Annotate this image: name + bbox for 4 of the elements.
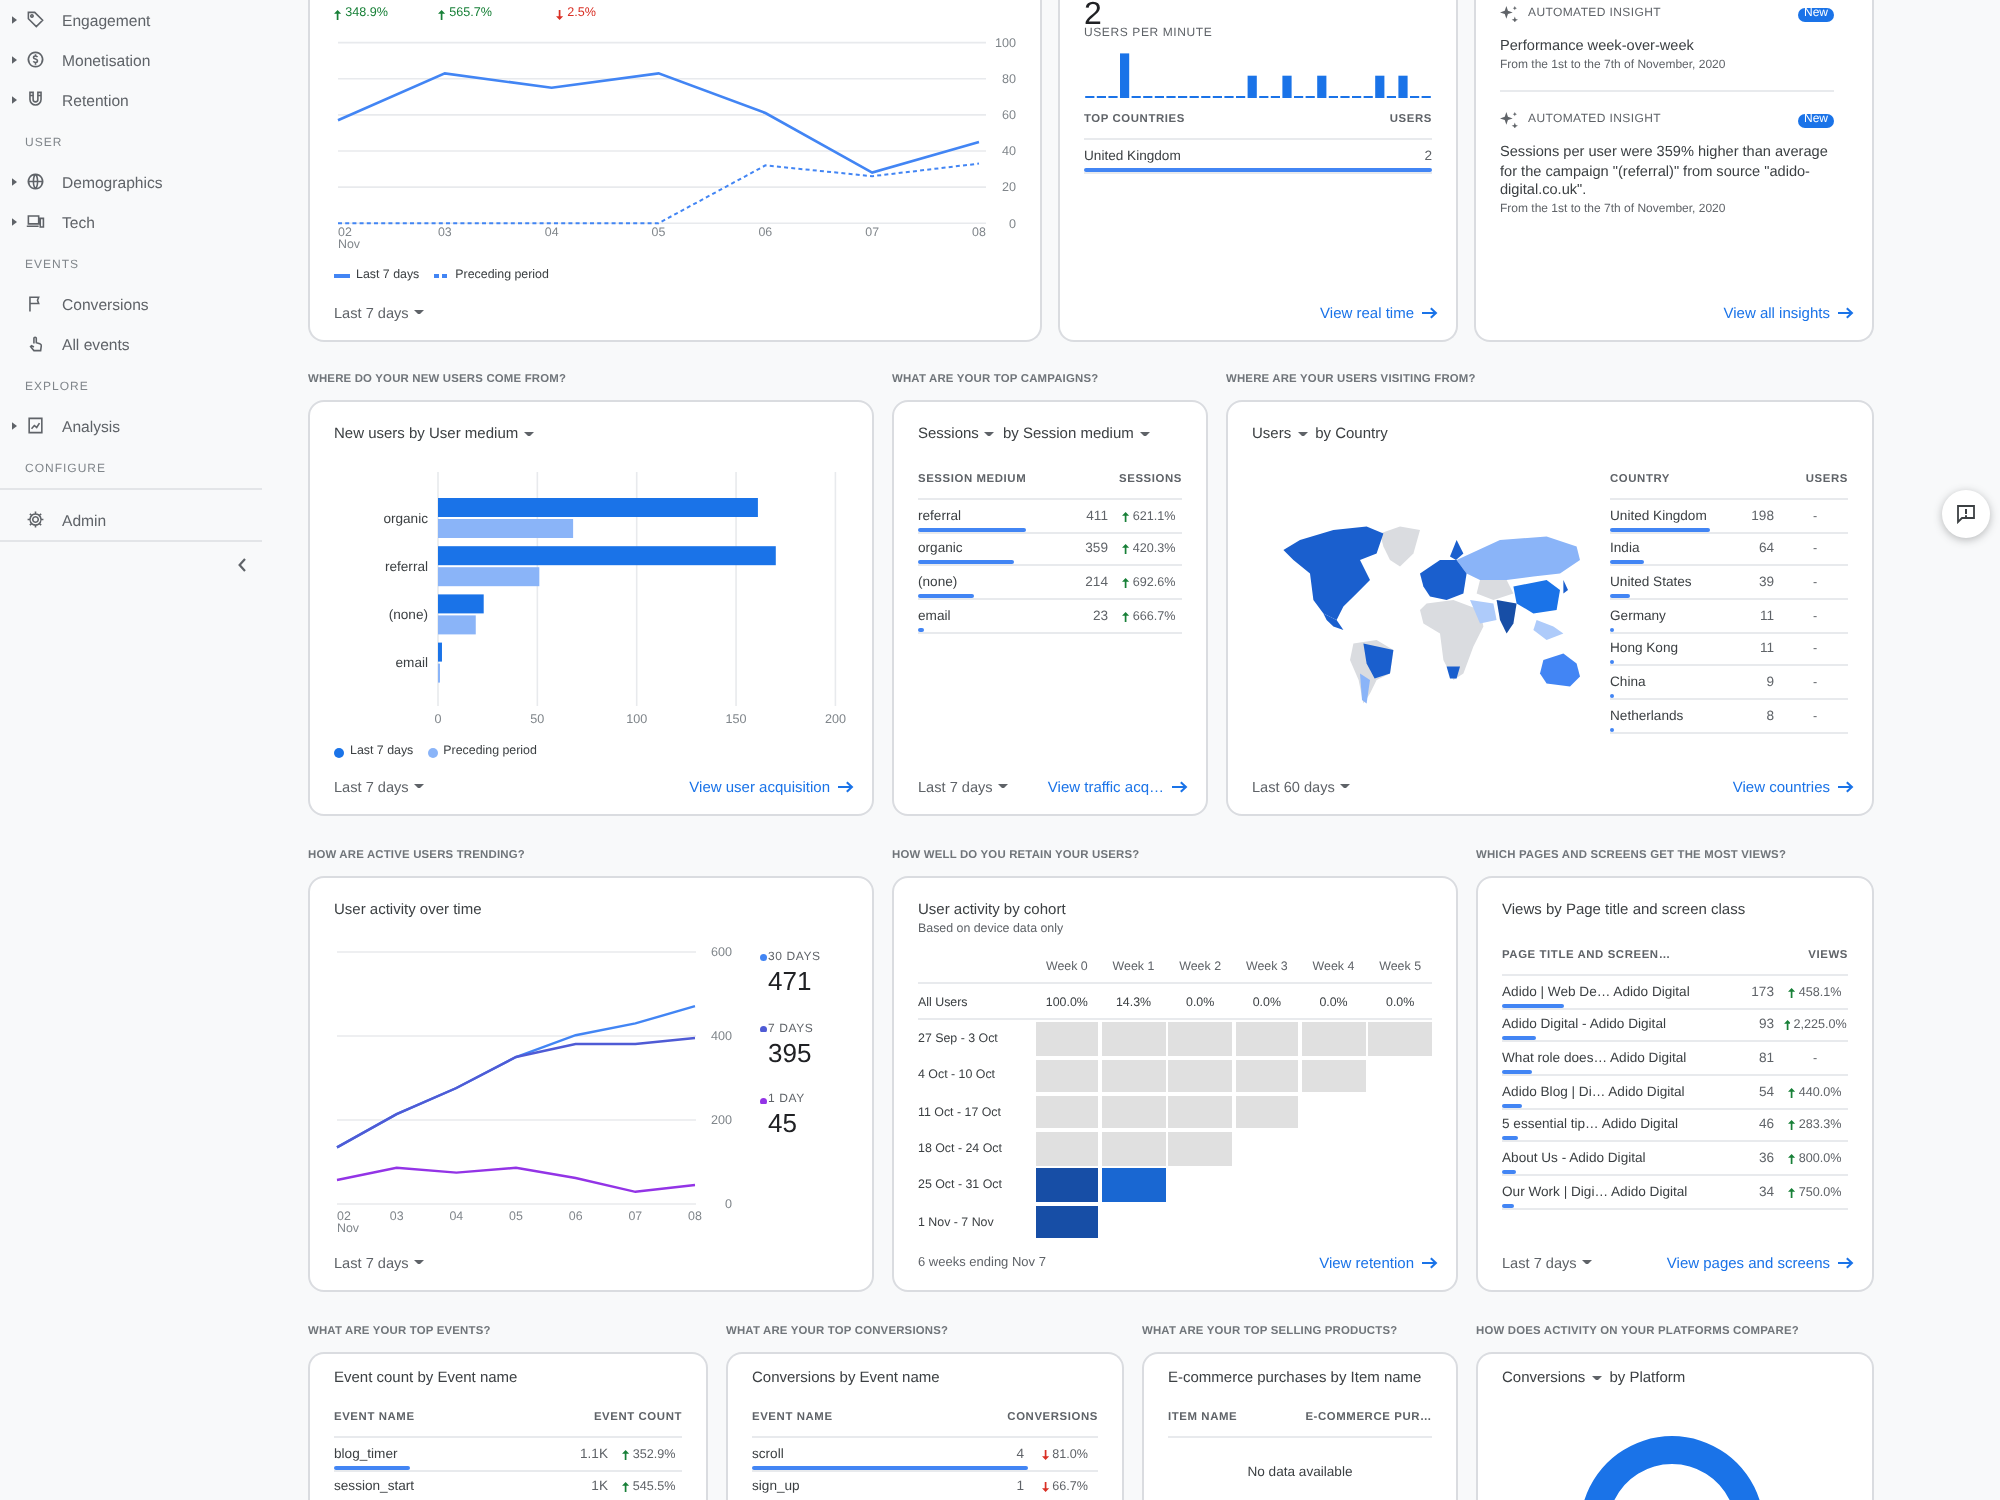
total-value: 471: [768, 966, 814, 996]
total-value: 45: [768, 1108, 799, 1139]
active-users-count: 2: [1084, 4, 1102, 28]
total-value: 395: [768, 1037, 814, 1068]
